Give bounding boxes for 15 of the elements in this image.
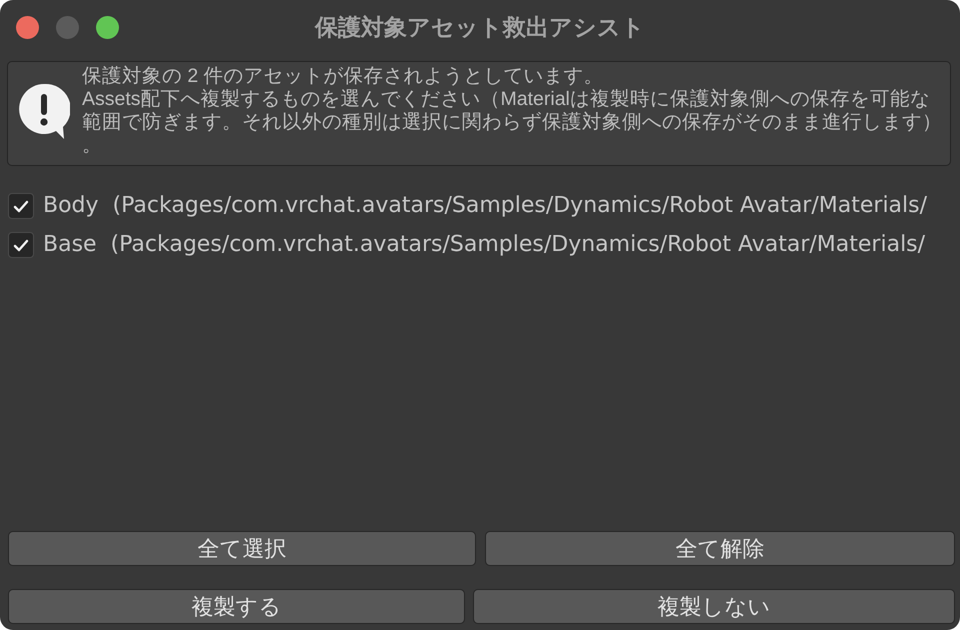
zoom-button[interactable] (96, 16, 119, 39)
checkbox[interactable] (8, 193, 34, 219)
select-button[interactable]: 全て選択 (8, 531, 476, 566)
select-button[interactable]: 全て解除 (485, 531, 955, 566)
close-button[interactable] (16, 16, 39, 39)
window-title: 保護対象アセット救出アシスト (315, 13, 645, 42)
exclamation-bubble-icon (18, 82, 70, 140)
checkbox[interactable] (8, 232, 34, 258)
checkmark-icon (13, 200, 29, 212)
action-button[interactable]: 複製する (8, 589, 465, 624)
action-button[interactable]: 複製しない (473, 589, 955, 624)
help-message: 保護対象の 2 件のアセットが保存されようとしています。 Assets配下へ複製するものを選んでください（Materialは複製時に保護対象側への保存を可能な 範囲で防ぎます。それ以外の種別は選択に関わらず保護対象側への保存がそのまま進行します） 。 (82, 65, 942, 157)
checkmark-icon (13, 238, 29, 252)
asset-label: Base (Packages/com.vrchat.avatars/Samples/Dynamics/Robot Avatar/Materials/ (43, 232, 926, 258)
asset-label: Body (Packages/com.vrchat.avatars/Samples/Dynamics/Robot Avatar/Materials/ (43, 193, 928, 219)
